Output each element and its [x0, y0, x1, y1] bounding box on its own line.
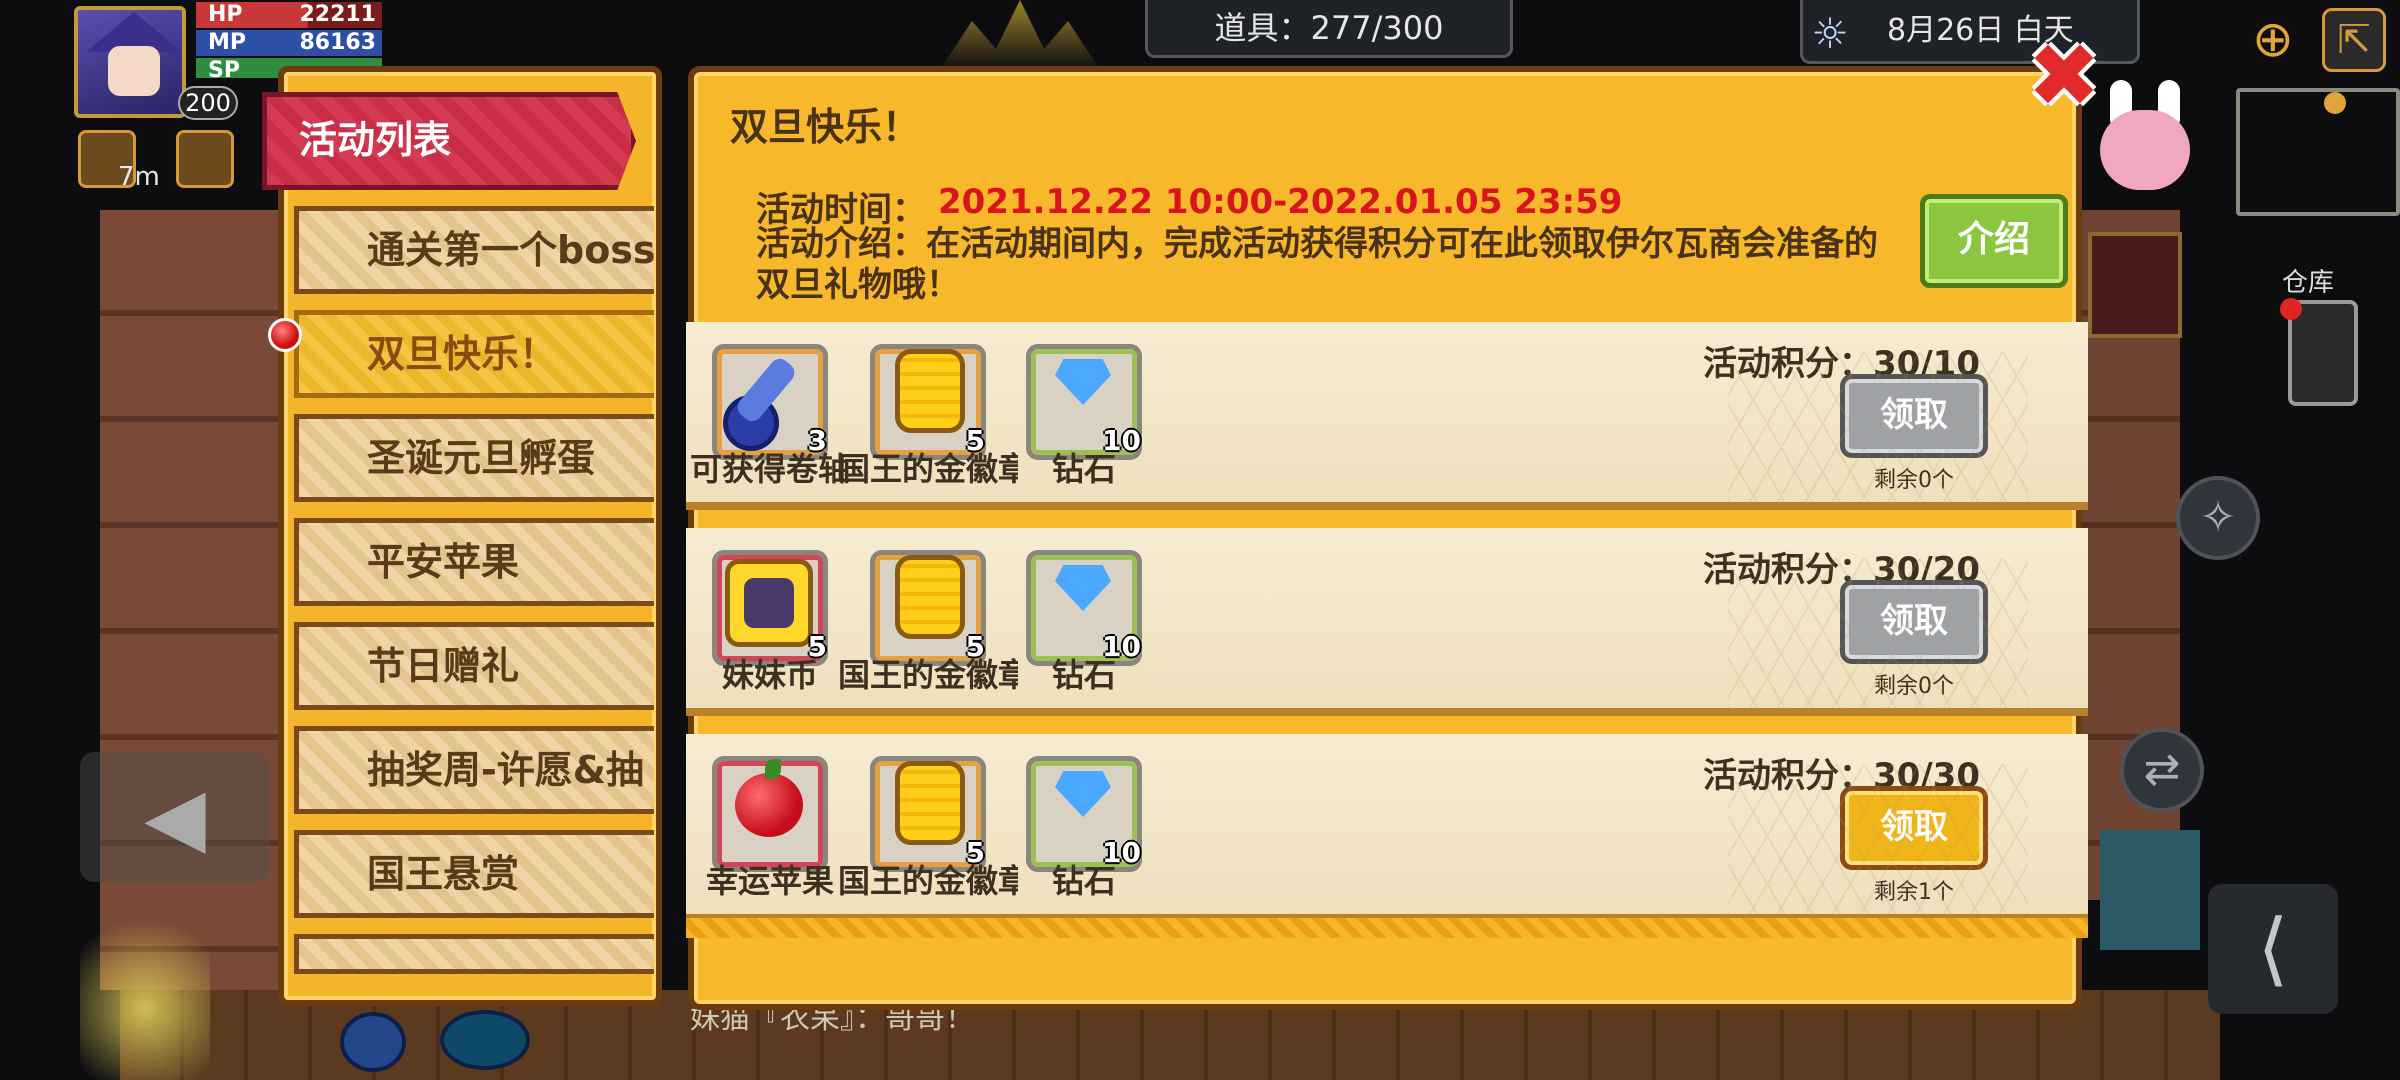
event-item-label: 通关第一个boss: [367, 228, 654, 272]
item-name: 钻石: [1051, 862, 1116, 900]
diamond-icon: [1055, 771, 1111, 817]
item-name: 国王的金徽章: [838, 862, 1018, 900]
remaining-count: 剩余0个: [1874, 674, 1954, 699]
intro-button[interactable]: 介绍: [1920, 194, 2068, 288]
mp-bar: MP 86163: [196, 30, 382, 56]
gold-badge-icon: [895, 349, 965, 433]
globe-icon[interactable]: ⊕: [2240, 6, 2306, 72]
event-list-panel: 通关第一个boss 双旦快乐！ 圣诞元旦孵蛋 平安苹果 节日赠礼 抽奖周-许愿&…: [278, 66, 662, 1006]
reward-list: 3 可获得卷轴 5 国王的金徽章 10 钻石 活动积分：30/10 领取 剩余0…: [686, 322, 2088, 938]
item-name: 钻石: [1051, 656, 1116, 694]
event-item-label: 圣诞元旦孵蛋: [367, 436, 596, 480]
compass-icon[interactable]: ✧: [2176, 476, 2260, 560]
hp-label: HP: [208, 2, 243, 27]
reward-item[interactable]: 5: [870, 550, 986, 666]
activity-points: 活动积分：30/20: [1702, 550, 1980, 590]
hp-bar: HP 22211: [196, 2, 382, 28]
event-item-bounty[interactable]: 国王悬赏: [294, 830, 654, 918]
item-name: 可获得卷轴: [689, 450, 850, 488]
event-item-boss[interactable]: 通关第一个boss: [294, 206, 654, 294]
bow-attack-icon[interactable]: ⟨: [2208, 884, 2338, 1014]
event-item-label: 节日赠礼: [367, 644, 520, 688]
reward-item[interactable]: 5: [870, 344, 986, 460]
item-name: 妹妹币: [721, 656, 818, 694]
hp-value: 22211: [299, 2, 376, 27]
gold-badge-icon: [895, 761, 965, 845]
buff-timer: 7m: [118, 162, 160, 192]
mp-label: MP: [208, 30, 247, 55]
event-item-label: 平安苹果: [367, 540, 520, 584]
event-title: 双旦快乐！: [730, 105, 921, 149]
reward-item[interactable]: 5: [712, 550, 828, 666]
remaining-count: 剩余1个: [1874, 880, 1954, 905]
minimap[interactable]: [2236, 88, 2400, 216]
reward-row: 5 妹妹币 5 国王的金徽章 10 钻石 活动积分：30/20 领取 剩余0个: [686, 528, 2088, 716]
reward-item[interactable]: [712, 756, 828, 872]
banner-icon: [2088, 232, 2182, 338]
event-item-apple[interactable]: 平安苹果: [294, 518, 654, 606]
event-item-label: 抽奖周-许愿&抽: [367, 748, 644, 792]
sister-coin-icon: [725, 559, 813, 647]
notification-dot: [2280, 298, 2302, 320]
claim-button[interactable]: 领取: [1840, 374, 1988, 458]
sun-icon: ☼: [1811, 9, 1849, 58]
swap-icon[interactable]: ⇄: [2120, 728, 2204, 812]
item-name: 幸运苹果: [705, 862, 834, 900]
new-event-dot: [268, 318, 302, 352]
diamond-icon: [1055, 565, 1111, 611]
item-name: 国王的金徽章: [838, 450, 1018, 488]
scroll-icon: [723, 354, 813, 451]
event-item-double-holiday[interactable]: 双旦快乐！: [294, 310, 654, 398]
reward-row: 3 可获得卷轴 5 国王的金徽章 10 钻石 活动积分：30/10 领取 剩余0…: [686, 322, 2088, 510]
player-marker-icon: [2324, 92, 2346, 114]
event-item-label: 国王悬赏: [367, 852, 520, 896]
buff-book-icon[interactable]: [176, 130, 234, 188]
event-item-lottery[interactable]: 抽奖周-许愿&抽: [294, 726, 654, 814]
player-level: 200: [178, 86, 238, 120]
diamond-icon: [1055, 359, 1111, 405]
apple-icon: [735, 759, 803, 837]
reward-item[interactable]: 3: [712, 344, 828, 460]
mp-value: 86163: [299, 30, 376, 55]
close-icon[interactable]: ✖: [2024, 32, 2104, 120]
player-avatar[interactable]: [74, 6, 186, 118]
reward-item[interactable]: 10: [1026, 756, 1142, 872]
event-time: 2021.12.22 10:00-2022.01.05 23:59: [938, 182, 1623, 222]
reward-row: 幸运苹果 5 国王的金徽章 10 钻石 活动积分：30/30 领取 剩余1个: [686, 734, 2088, 922]
remaining-count: 剩余0个: [1874, 468, 1954, 493]
item-name: 钻石: [1051, 450, 1116, 488]
pet-head: [2100, 110, 2190, 190]
dpad-left-icon[interactable]: ◀: [80, 752, 270, 882]
fire-effect: [940, 0, 1100, 70]
activity-points: 活动积分：30/30: [1702, 756, 1980, 796]
light-glow: [80, 900, 210, 1080]
sp-label: SP: [208, 58, 240, 78]
inventory-count: 道具：277/300: [1145, 0, 1513, 58]
claim-button[interactable]: 领取: [1840, 580, 1988, 664]
avatar-face: [108, 46, 160, 96]
exit-icon[interactable]: ⇱: [2322, 8, 2386, 72]
event-list: 通关第一个boss 双旦快乐！ 圣诞元旦孵蛋 平安苹果 节日赠礼 抽奖周-许愿&…: [294, 206, 654, 1026]
event-item-more[interactable]: [294, 934, 654, 974]
reward-item[interactable]: 10: [1026, 344, 1142, 460]
reward-item[interactable]: 10: [1026, 550, 1142, 666]
pet-companion: [2090, 80, 2200, 210]
event-description: 活动介绍：在活动期间内，完成活动获得积分可在此领取伊尔瓦商会准备的双旦礼物哦！: [756, 224, 1878, 305]
reward-item[interactable]: 5: [870, 756, 986, 872]
event-item-egg[interactable]: 圣诞元旦孵蛋: [294, 414, 654, 502]
claim-button[interactable]: 领取: [1840, 786, 1988, 870]
item-name: 国王的金徽章: [838, 656, 1018, 694]
storage-label: 仓库: [2282, 268, 2335, 298]
event-item-gift[interactable]: 节日赠礼: [294, 622, 654, 710]
gold-badge-icon: [895, 555, 965, 639]
decorative-strip: [686, 918, 2088, 938]
event-list-header: 活动列表: [262, 92, 636, 190]
event-item-label: 双旦快乐！: [367, 332, 558, 376]
activity-points: 活动积分：30/10: [1702, 344, 1980, 384]
water-tile: [2100, 830, 2200, 950]
